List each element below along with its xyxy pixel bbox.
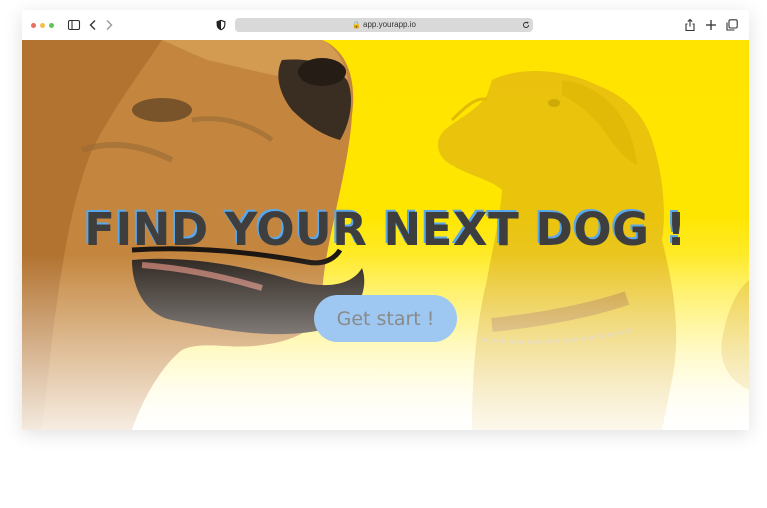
hero-title: FIND YOUR NEXT DOG ! xyxy=(84,203,687,256)
sidebar-toggle-icon[interactable] xyxy=(67,18,81,32)
hero-section: FIND YOUR NEXT DOG ! Get start ! xyxy=(22,40,749,430)
browser-toolbar: 🔒 app.yourapp.io xyxy=(22,10,749,41)
get-started-button[interactable]: Get start ! xyxy=(314,295,457,342)
lock-icon: 🔒 xyxy=(352,22,361,29)
minimize-window-button[interactable] xyxy=(40,23,45,28)
new-tab-icon[interactable] xyxy=(704,18,718,32)
forward-icon[interactable] xyxy=(102,18,116,32)
share-icon[interactable] xyxy=(683,18,697,32)
reload-icon[interactable] xyxy=(522,21,530,29)
url-display[interactable]: 🔒 app.yourapp.io xyxy=(235,18,533,32)
browser-window: 🔒 app.yourapp.io FIND YOUR NEXT DOG ! Ge… xyxy=(22,10,749,430)
url-text: app.yourapp.io xyxy=(363,20,416,29)
window-controls xyxy=(31,23,54,28)
close-window-button[interactable] xyxy=(31,23,36,28)
zoom-window-button[interactable] xyxy=(49,23,54,28)
back-icon[interactable] xyxy=(86,18,100,32)
tab-overview-icon[interactable] xyxy=(725,18,739,32)
privacy-shield-icon[interactable] xyxy=(214,18,228,32)
address-bar[interactable]: 🔒 app.yourapp.io xyxy=(235,18,533,32)
